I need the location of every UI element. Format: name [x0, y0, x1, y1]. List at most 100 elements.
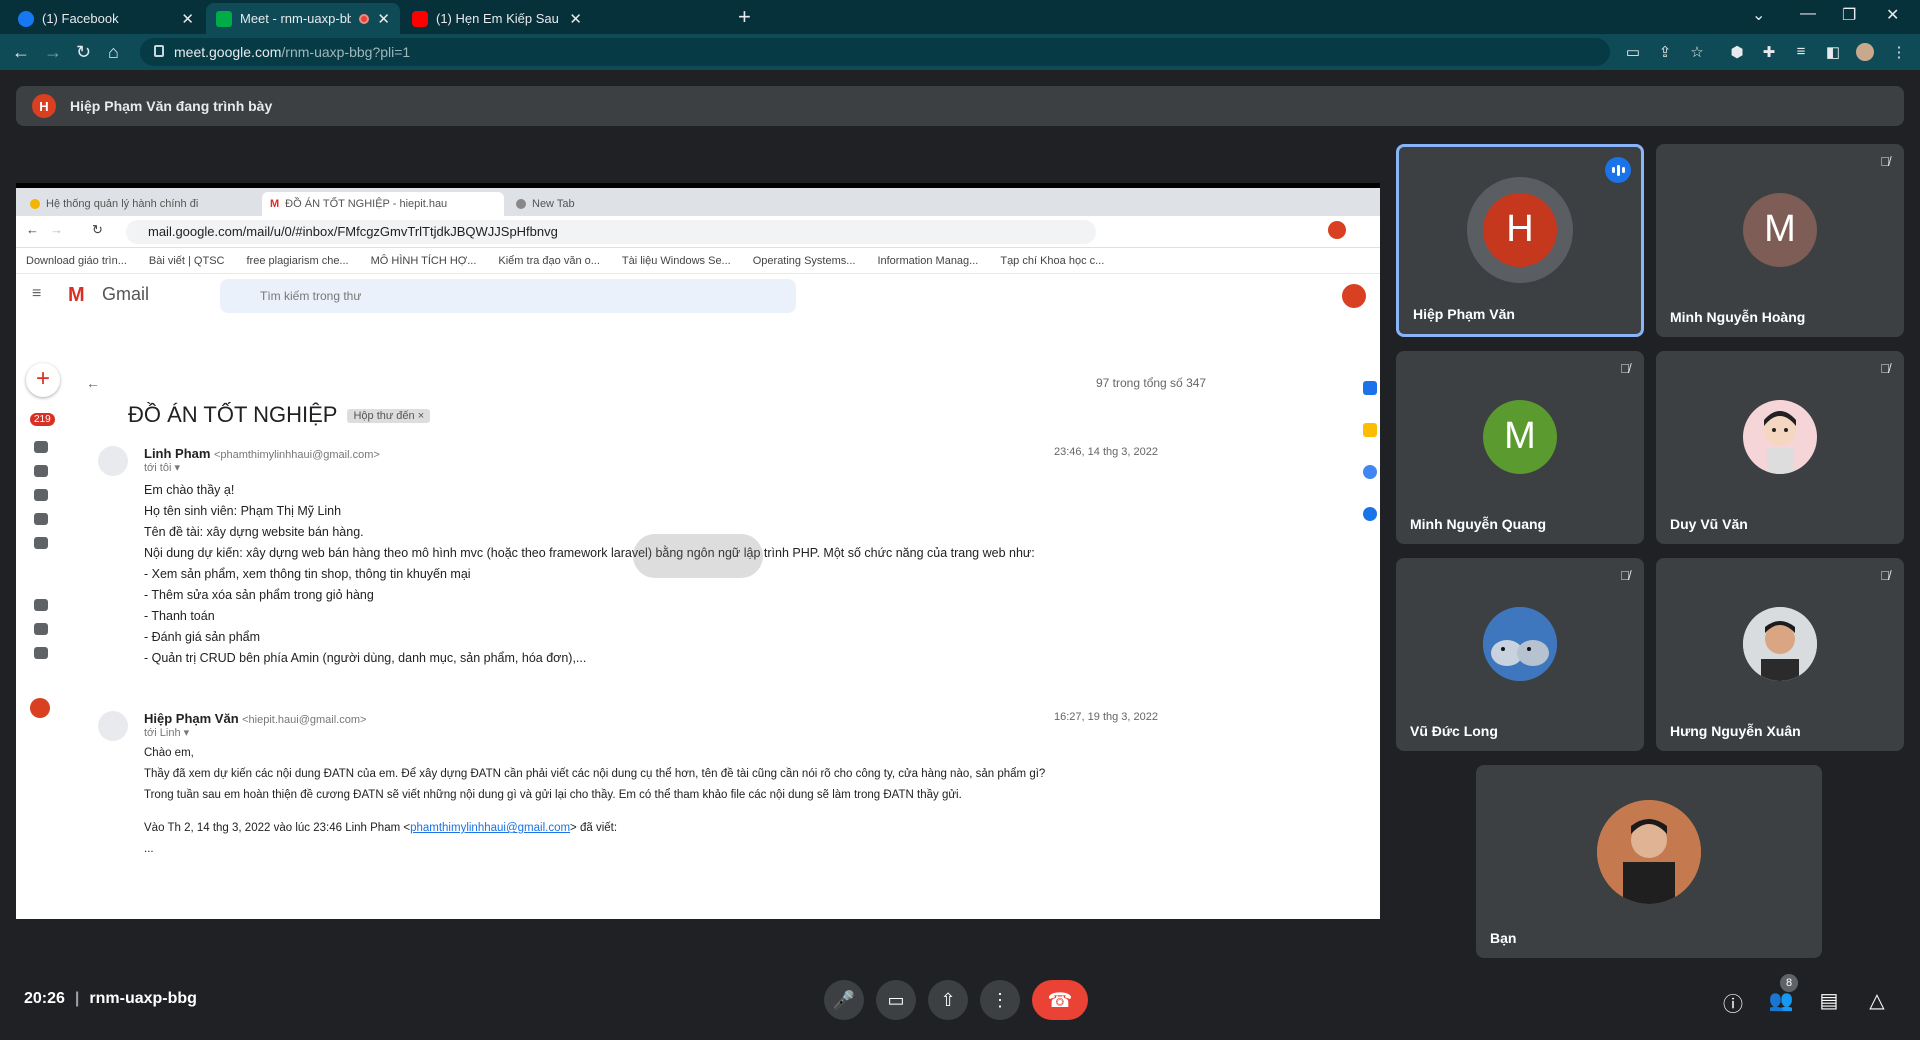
profile-avatar	[1342, 284, 1366, 308]
bookmark: Tạp chí Khoa học c...	[1000, 254, 1105, 267]
close-icon[interactable]: ✕	[181, 10, 194, 28]
more-options-button[interactable]: ⋮	[980, 980, 1020, 1020]
camera-icon[interactable]: ▭	[1624, 43, 1642, 61]
tab-title: (1) Facebook	[42, 11, 119, 26]
meeting-details-button[interactable]: ⓘ	[1720, 988, 1746, 1016]
participant-name: Hiệp Phạm Văn	[1413, 306, 1515, 322]
snoozed-icon	[34, 465, 48, 477]
participant-name: Bạn	[1490, 930, 1517, 946]
reload-icon: ↻	[92, 222, 103, 237]
presenting-banner: H Hiệp Phạm Văn đang trình bày	[16, 86, 1904, 126]
body-line: Họ tên sinh viên: Phạm Thị Mỹ Linh	[144, 504, 342, 518]
people-icon: 👥	[1768, 990, 1794, 1012]
star-icon[interactable]: ☆	[1688, 43, 1706, 61]
participant-name: Hưng Nguyễn Xuân	[1670, 723, 1801, 739]
avatar: M	[1483, 399, 1557, 474]
tab-facebook[interactable]: (1) Facebook ✕	[8, 3, 204, 34]
drafts-icon	[34, 513, 48, 525]
address-bar[interactable]: meet.google.com/rnm-uaxp-bbg?pli=1	[140, 38, 1610, 66]
sender-address: <hiepit.haui@gmail.com>	[242, 714, 367, 726]
sender-avatar	[98, 711, 128, 741]
reload-icon[interactable]: ↻	[76, 42, 91, 63]
participant-tile-self[interactable]: Bạn	[1476, 765, 1822, 958]
more-labels-icon	[34, 537, 48, 549]
profile-avatar	[1328, 221, 1346, 239]
body-line: Chào em,	[144, 747, 194, 759]
email-subject: ĐỒ ÁN TỐT NGHIỆP Hộp thư đến ×	[128, 402, 431, 428]
puzzle-icon[interactable]: ✚	[1760, 43, 1778, 61]
keep-icon	[1363, 423, 1377, 437]
tab-youtube[interactable]: (1) Hẹn Em Kiếp Sau Remix (Orin ✕	[402, 3, 592, 34]
email-date: 23:46, 14 thg 3, 2022	[1054, 446, 1158, 458]
browser-toolbar: ← → ↻ ⌂ meet.google.com/rnm-uaxp-bbg?pli…	[0, 34, 1920, 70]
minimize-button[interactable]: —	[1800, 5, 1816, 23]
leave-call-button[interactable]: ☎	[1032, 980, 1088, 1020]
person-photo	[1743, 606, 1817, 681]
camera-button[interactable]: ▭	[876, 980, 916, 1020]
email-message: Hiệp Phạm Văn <hiepit.haui@gmail.com> tớ…	[98, 711, 1258, 858]
close-window-button[interactable]: ✕	[1886, 5, 1899, 25]
sidepanel-icon[interactable]: ◧	[1824, 43, 1842, 61]
close-icon[interactable]: ✕	[377, 10, 390, 28]
url-path: /rnm-uaxp-bbg?pli=1	[281, 44, 411, 60]
shared-url: mail.google.com/mail/u/0/#inbox/FMfcgzGm…	[126, 220, 1096, 244]
forward-icon: →	[50, 222, 63, 237]
bookmark: Download giáo trìn...	[26, 254, 127, 267]
menu-icon[interactable]: ⋮	[1890, 43, 1908, 61]
bookmark: MÔ HÌNH TÍCH HỢ...	[370, 254, 477, 267]
participant-tile[interactable]: M 🎙̸ Minh Nguyễn Hoàng	[1656, 144, 1904, 337]
activities-button[interactable]: △	[1864, 988, 1890, 1014]
sender-address: <phamthimylinhhaui@gmail.com>	[213, 449, 380, 461]
participant-tile[interactable]: 🎙̸ Vũ Đức Long	[1396, 558, 1644, 751]
mic-button[interactable]: 🎤	[824, 980, 864, 1020]
avatar: M	[1743, 192, 1817, 267]
browser-tab-strip: (1) Facebook ✕ Meet - rnm-uaxp-bbg ✕ (1)…	[0, 0, 1920, 34]
tab-search-icon[interactable]: ⌄	[1752, 5, 1765, 25]
participant-name: Duy Vũ Văn	[1670, 516, 1748, 532]
quote-suffix: > đã viết:	[570, 822, 618, 834]
shared-tab: M ĐỒ ÁN TỐT NGHIỆP - hiepit.hau	[262, 192, 504, 216]
home-icon[interactable]: ⌂	[108, 42, 119, 63]
shared-address-row: ← → ↻ mail.google.com/mail/u/0/#inbox/FM…	[16, 216, 1380, 248]
sender-avatar	[98, 446, 128, 476]
mic-muted-icon: 🎙̸	[1880, 568, 1890, 583]
bookmark: Operating Systems...	[752, 254, 856, 267]
participant-tile[interactable]: H Hiệp Phạm Văn	[1396, 144, 1644, 337]
share-icon[interactable]: ⇪	[1656, 43, 1674, 61]
hangup-icon: ☎	[1047, 989, 1073, 1012]
tab-title: Hệ thống quản lý hành chính đi	[46, 198, 199, 210]
pager-text: 97 trong tổng số 347	[1096, 376, 1207, 390]
media-icon[interactable]: ≡	[1792, 43, 1810, 61]
gmail-side-panel	[1360, 363, 1380, 903]
tab-meet[interactable]: Meet - rnm-uaxp-bbg ✕	[206, 3, 400, 34]
self-photo	[1597, 799, 1701, 904]
participant-tile[interactable]: 🎙̸ Duy Vũ Văn	[1656, 351, 1904, 544]
chat-button[interactable]: ▤	[1816, 988, 1842, 1014]
mic-muted-icon: 🎙̸	[1620, 568, 1630, 583]
profile-avatar[interactable]	[1856, 43, 1874, 61]
back-icon[interactable]: ←	[12, 42, 30, 63]
cartoon-avatar	[1743, 399, 1817, 474]
forward-icon[interactable]: →	[44, 42, 62, 63]
body-line: - Quản trị CRUD bên phía Amin (người dùn…	[144, 651, 587, 665]
gmail-left-rail: + 219	[16, 363, 72, 919]
keyboard-icon	[34, 647, 48, 659]
participant-tile[interactable]: M 🎙̸ Minh Nguyễn Quang	[1396, 351, 1644, 544]
close-icon[interactable]: ✕	[569, 10, 582, 28]
subject-text: ĐỒ ÁN TỐT NGHIỆP	[128, 402, 338, 427]
avatar: H	[1483, 192, 1557, 267]
speaking-icon	[1605, 157, 1631, 183]
bookmarks-bar: Download giáo trìn... Bài viết | QTSC fr…	[16, 248, 1380, 274]
meeting-time-code: 20:26 | rnm-uaxp-bbg	[24, 990, 197, 1007]
body-line: - Đánh giá sản phẩm	[144, 630, 261, 644]
current-time: 20:26	[24, 990, 65, 1007]
present-button[interactable]: ⇧	[928, 980, 968, 1020]
new-tab-button[interactable]: +	[738, 4, 751, 30]
restore-button[interactable]: ❐	[1842, 5, 1856, 25]
shared-tab: New Tab	[508, 192, 738, 216]
compose-icon: +	[26, 363, 60, 397]
camera-icon: ▭	[887, 989, 905, 1010]
extension-icon[interactable]: ⬢	[1728, 43, 1746, 61]
participant-tile[interactable]: 🎙̸ Hưng Nguyễn Xuân	[1656, 558, 1904, 751]
gmail-search: Tìm kiếm trong thư	[220, 279, 796, 313]
